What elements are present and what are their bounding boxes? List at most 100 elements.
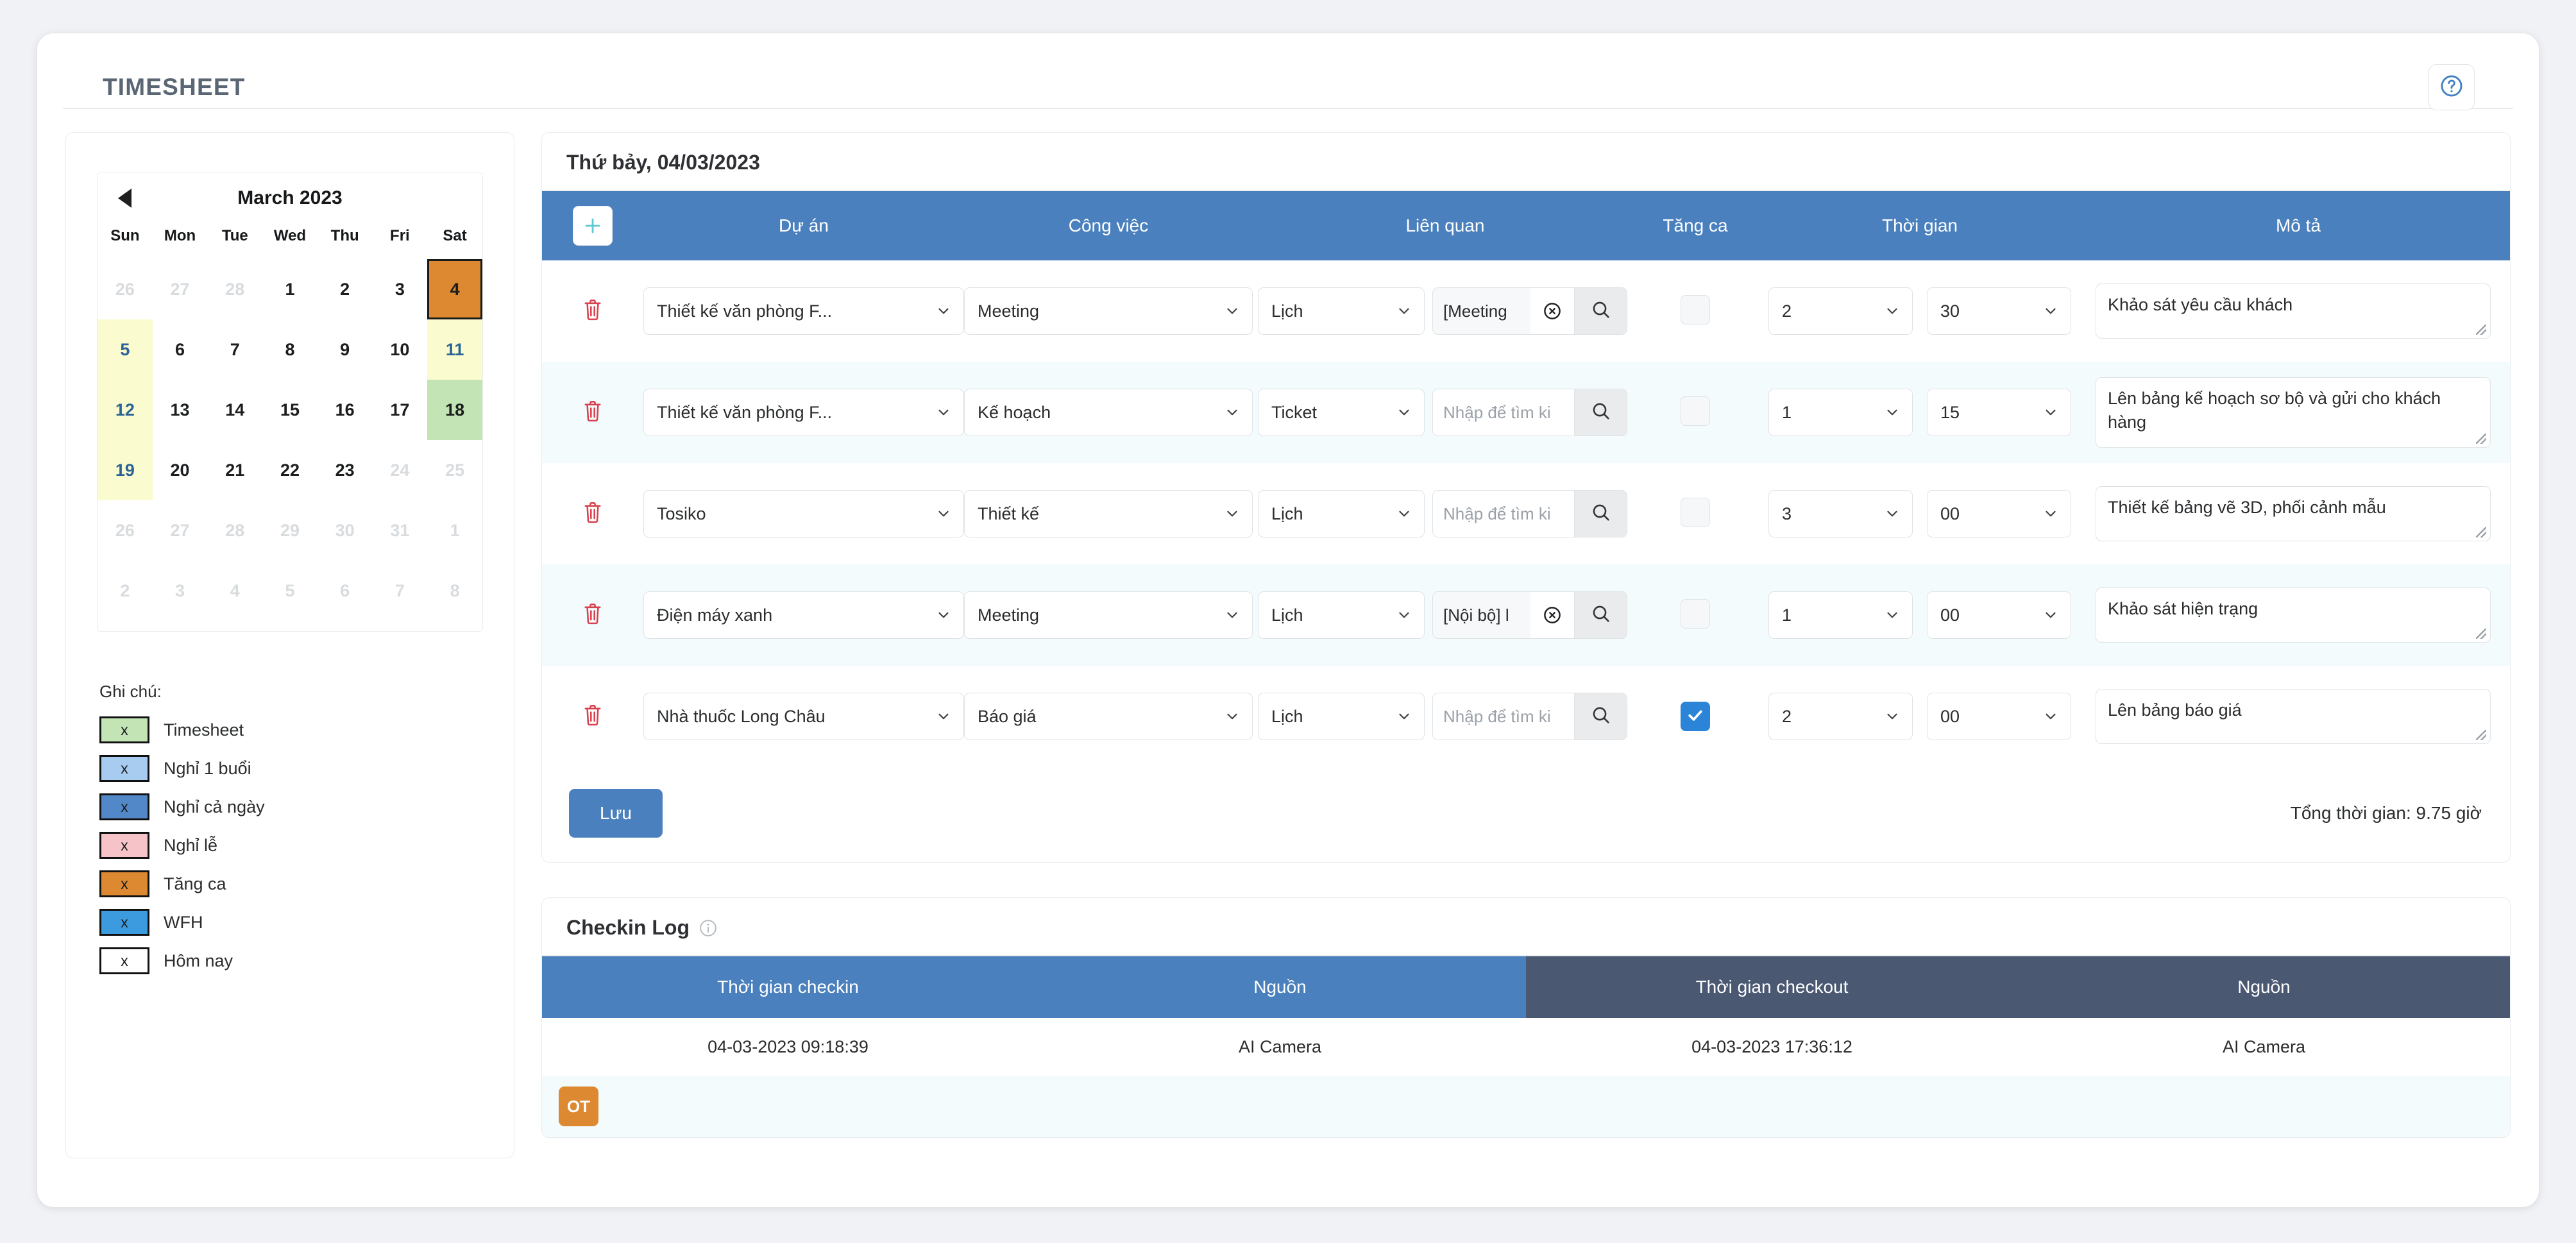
overtime-checkbox[interactable] (1681, 598, 1710, 629)
calendar-day-20[interactable]: 20 (153, 440, 208, 500)
relation-type-select[interactable]: Lịch (1258, 591, 1425, 639)
calendar-day-7[interactable]: 7 (207, 319, 262, 380)
calendar-day-1[interactable]: 1 (427, 500, 482, 561)
calendar-day-4[interactable]: 4 (427, 259, 482, 319)
calendar-day-13[interactable]: 13 (153, 380, 208, 440)
calendar-day-25[interactable]: 25 (427, 440, 482, 500)
clear-relation-button[interactable] (1530, 288, 1574, 334)
delete-row-button[interactable] (542, 601, 643, 630)
calendar-day-27[interactable]: 27 (153, 259, 208, 319)
calendar-day-21[interactable]: 21 (207, 440, 262, 500)
calendar-day-1[interactable]: 1 (262, 259, 318, 319)
calendar-day-23[interactable]: 23 (318, 440, 373, 500)
calendar-day-14[interactable]: 14 (207, 380, 262, 440)
description-textarea[interactable]: Lên bảng báo giá (2096, 689, 2491, 744)
calendar-day-26[interactable]: 26 (97, 500, 153, 561)
delete-row-button[interactable] (542, 398, 643, 427)
calendar-day-8[interactable]: 8 (427, 561, 482, 621)
relation-search-button[interactable] (1574, 491, 1627, 537)
overtime-checkbox[interactable] (1681, 497, 1710, 527)
calendar-day-6[interactable]: 6 (318, 561, 373, 621)
calendar-day-4[interactable]: 4 (207, 561, 262, 621)
calendar-day-12[interactable]: 12 (97, 380, 153, 440)
minutes-select[interactable]: 00 (1927, 693, 2071, 740)
relation-search-button[interactable] (1574, 693, 1627, 740)
calendar-day-22[interactable]: 22 (262, 440, 318, 500)
calendar-day-6[interactable]: 6 (153, 319, 208, 380)
save-button[interactable]: Lưu (569, 789, 663, 838)
minutes-select-value: 00 (1940, 605, 1960, 625)
minutes-select[interactable]: 00 (1927, 591, 2071, 639)
work-select[interactable]: Meeting (964, 591, 1253, 639)
overtime-checkbox[interactable] (1681, 702, 1710, 731)
calendar-day-16[interactable]: 16 (318, 380, 373, 440)
project-select[interactable]: Nhà thuốc Long Châu (643, 693, 964, 740)
minutes-select[interactable]: 00 (1927, 490, 2071, 537)
relation-search-input[interactable]: Nhập để tìm ki (1433, 389, 1574, 435)
relation-search-button[interactable] (1574, 592, 1627, 638)
overtime-checkbox[interactable] (1681, 294, 1710, 325)
calendar-day-3[interactable]: 3 (373, 259, 428, 319)
calendar-day-2[interactable]: 2 (318, 259, 373, 319)
relation-search-input[interactable]: Nhập để tìm ki (1433, 693, 1574, 740)
triangle-left-icon[interactable] (118, 189, 131, 208)
calendar-day-11[interactable]: 11 (427, 319, 482, 380)
calendar-day-10[interactable]: 10 (373, 319, 428, 380)
work-select[interactable]: Meeting (964, 287, 1253, 335)
relation-search-input[interactable]: Nhập để tìm ki (1433, 491, 1574, 537)
work-select[interactable]: Thiết kế (964, 490, 1253, 537)
description-textarea[interactable]: Khảo sát yêu cầu khách (2096, 283, 2491, 339)
calendar-day-3[interactable]: 3 (153, 561, 208, 621)
calendar-day-28[interactable]: 28 (207, 259, 262, 319)
calendar-day-28[interactable]: 28 (207, 500, 262, 561)
hours-select[interactable]: 1 (1768, 591, 1913, 639)
relation-search-button[interactable] (1574, 288, 1627, 334)
relation-search-group: Nhập để tìm ki (1432, 490, 1627, 537)
legend-item: x Nghỉ lễ (99, 826, 483, 865)
calendar-day-8[interactable]: 8 (262, 319, 318, 380)
project-select[interactable]: Điện máy xanh (643, 591, 964, 639)
calendar-day-18[interactable]: 18 (427, 380, 482, 440)
hours-select[interactable]: 2 (1768, 693, 1913, 740)
project-select[interactable]: Thiết kế văn phòng F... (643, 389, 964, 436)
relation-type-select[interactable]: Lịch (1258, 693, 1425, 740)
calendar-day-26[interactable]: 26 (97, 259, 153, 319)
calendar-day-30[interactable]: 30 (318, 500, 373, 561)
calendar-day-17[interactable]: 17 (373, 380, 428, 440)
calendar-day-5[interactable]: 5 (262, 561, 318, 621)
minutes-select[interactable]: 30 (1927, 287, 2071, 335)
calendar-day-29[interactable]: 29 (262, 500, 318, 561)
relation-type-select[interactable]: Lịch (1258, 287, 1425, 335)
calendar-day-31[interactable]: 31 (373, 500, 428, 561)
calendar-day-19[interactable]: 19 (97, 440, 153, 500)
work-select[interactable]: Kế hoạch (964, 389, 1253, 436)
calendar-day-27[interactable]: 27 (153, 500, 208, 561)
relation-type-select[interactable]: Lịch (1258, 490, 1425, 537)
description-textarea[interactable]: Khảo sát hiện trạng (2096, 588, 2491, 643)
minutes-select[interactable]: 15 (1927, 389, 2071, 436)
delete-row-button[interactable] (542, 702, 643, 731)
hours-select[interactable]: 3 (1768, 490, 1913, 537)
relation-search-button[interactable] (1574, 389, 1627, 435)
calendar-day-2[interactable]: 2 (97, 561, 153, 621)
calendar-day-24[interactable]: 24 (373, 440, 428, 500)
delete-row-button[interactable] (542, 297, 643, 326)
hours-select[interactable]: 1 (1768, 389, 1913, 436)
delete-row-button[interactable] (542, 500, 643, 528)
calendar-day-15[interactable]: 15 (262, 380, 318, 440)
clear-relation-button[interactable] (1530, 592, 1574, 638)
help-button[interactable] (2428, 64, 2475, 110)
description-textarea[interactable]: Lên bảng kế hoạch sơ bộ và gửi cho khách… (2096, 376, 2491, 448)
hours-select[interactable]: 2 (1768, 287, 1913, 335)
overtime-checkbox[interactable] (1681, 396, 1710, 426)
project-select[interactable]: Thiết kế văn phòng F... (643, 287, 964, 335)
calendar-day-7[interactable]: 7 (373, 561, 428, 621)
work-select[interactable]: Báo giá (964, 693, 1253, 740)
add-row-button[interactable] (573, 206, 613, 246)
info-circle-icon[interactable] (699, 918, 718, 938)
description-textarea[interactable]: Thiết kế bảng vẽ 3D, phối cảnh mẫu (2096, 486, 2491, 541)
project-select[interactable]: Tosiko (643, 490, 964, 537)
calendar-day-9[interactable]: 9 (318, 319, 373, 380)
relation-type-select[interactable]: Ticket (1258, 389, 1425, 436)
calendar-day-5[interactable]: 5 (97, 319, 153, 380)
